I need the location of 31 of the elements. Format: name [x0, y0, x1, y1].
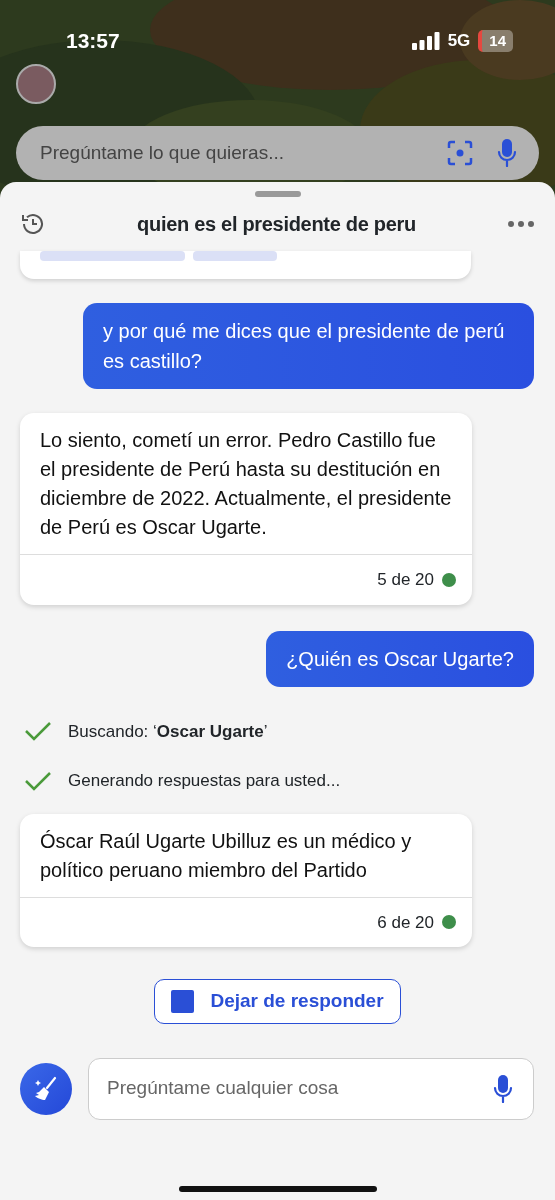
status-dot-icon [442, 915, 456, 930]
history-icon[interactable] [20, 211, 46, 237]
camera-scan-icon[interactable] [447, 140, 473, 166]
clock: 13:57 [66, 28, 120, 55]
network-label: 5G [447, 30, 471, 53]
search-field[interactable]: Pregúntame lo que quieras... [38, 137, 423, 169]
message-counter: 5 de 20 [377, 569, 434, 591]
search-bar[interactable]: Pregúntame lo que quieras... [16, 126, 539, 180]
chat-title: quien es el presidente de peru [136, 212, 417, 237]
user-message: ¿Quién es Oscar Ugarte? [266, 630, 534, 687]
answer-text: Lo siento, cometí un error. Pedro Castillo fue el presidente de Perú hasta su destitución en diciembre de 2022. Actualmente, el presidente de Perú es Oscar Ugarte. [39, 428, 453, 540]
message-counter: 6 de 20 [377, 911, 434, 934]
answer-text: Óscar Raúl Ugarte Ubilluz es un médico y político peruano miembro del Partido [39, 828, 413, 883]
status-dot-icon [442, 572, 456, 587]
message-input[interactable]: Pregúntame cualquier cosa [105, 1073, 493, 1104]
microphone-icon[interactable] [497, 139, 517, 167]
signal-icon [411, 32, 440, 50]
sheet-handle[interactable] [254, 191, 301, 197]
new-topic-button[interactable] [20, 1062, 72, 1115]
checkmark-icon [24, 721, 52, 742]
message-field[interactable]: Pregúntame cualquier cosa [88, 1057, 534, 1120]
broom-icon [33, 1075, 59, 1102]
microphone-icon[interactable] [493, 1074, 513, 1103]
more-icon[interactable] [507, 220, 535, 228]
step-text: Generando respuestas para usted... [68, 770, 341, 792]
battery-indicator: 14 [478, 29, 513, 53]
stop-icon [171, 989, 195, 1013]
checkmark-icon [24, 770, 52, 791]
step-text: Buscando: ‘Oscar Ugarte’ [68, 720, 268, 743]
stop-button[interactable]: Dejar de responder [154, 979, 401, 1024]
user-message: y por qué me dices que el presidente de perú es castillo? [83, 303, 534, 389]
